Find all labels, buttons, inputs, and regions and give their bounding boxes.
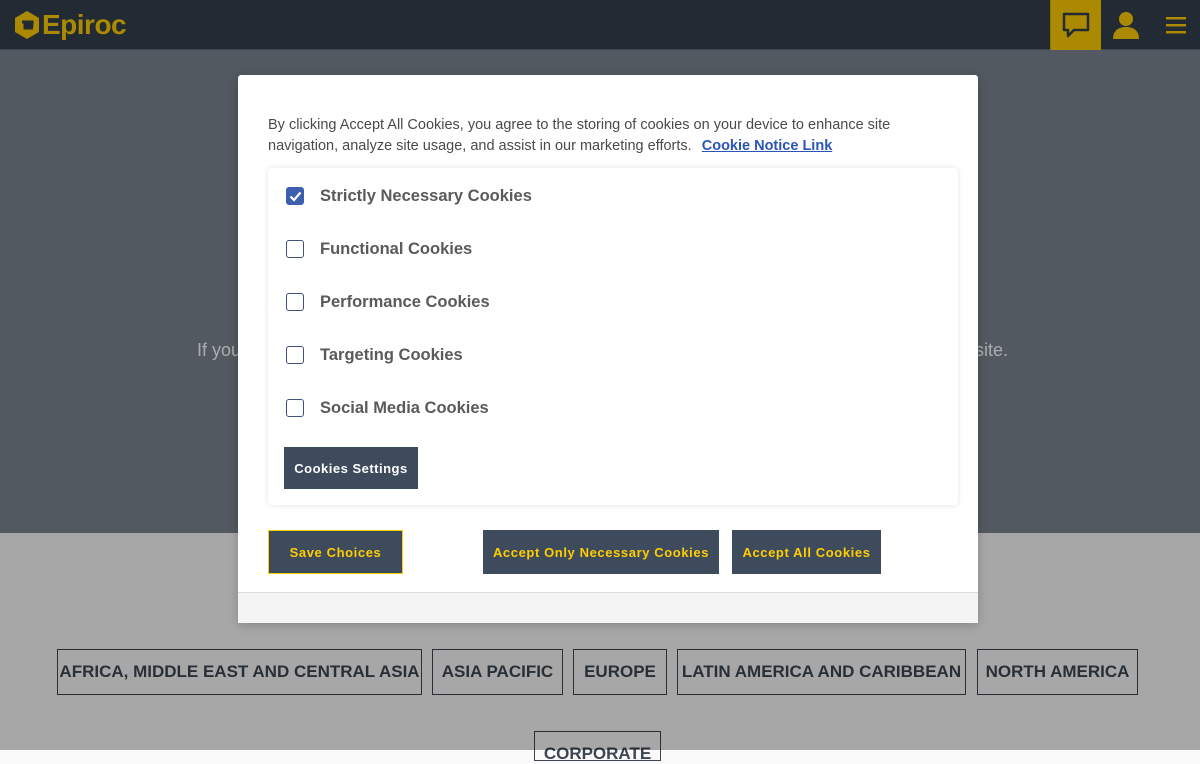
cookie-category-label: Performance Cookies [320, 292, 490, 311]
checkmark-icon [289, 191, 301, 202]
cookie-category-label: Social Media Cookies [320, 398, 489, 417]
cookie-category-social-media[interactable]: Social Media Cookies [286, 396, 489, 420]
modal-footer [238, 592, 978, 623]
cookie-consent-dialog: By clicking Accept All Cookies, you agre… [238, 75, 978, 623]
cookie-category-label: Targeting Cookies [320, 345, 463, 364]
checkbox-functional[interactable] [286, 240, 304, 258]
checkbox-targeting[interactable] [286, 346, 304, 364]
cookie-category-performance[interactable]: Performance Cookies [286, 290, 490, 314]
cookie-category-strictly-necessary[interactable]: Strictly Necessary Cookies [286, 184, 532, 208]
checkbox-strictly-necessary[interactable] [286, 187, 304, 205]
accept-all-cookies-button[interactable]: Accept All Cookies [732, 530, 881, 574]
cookie-notice-link[interactable]: Cookie Notice Link [702, 138, 833, 154]
save-choices-button[interactable]: Save Choices [268, 530, 403, 574]
cookie-category-label: Strictly Necessary Cookies [320, 186, 532, 205]
cookies-settings-button[interactable]: Cookies Settings [284, 447, 418, 489]
cookie-category-panel: Strictly Necessary Cookies Functional Co… [268, 168, 958, 505]
cookie-category-label: Functional Cookies [320, 239, 473, 258]
checkbox-social-media[interactable] [286, 399, 304, 417]
accept-necessary-cookies-button[interactable]: Accept Only Necessary Cookies [483, 530, 719, 574]
checkbox-performance[interactable] [286, 293, 304, 311]
cookie-category-targeting[interactable]: Targeting Cookies [286, 343, 463, 367]
cookie-intro-text: By clicking Accept All Cookies, you agre… [268, 115, 958, 157]
cookie-category-functional[interactable]: Functional Cookies [286, 237, 472, 261]
